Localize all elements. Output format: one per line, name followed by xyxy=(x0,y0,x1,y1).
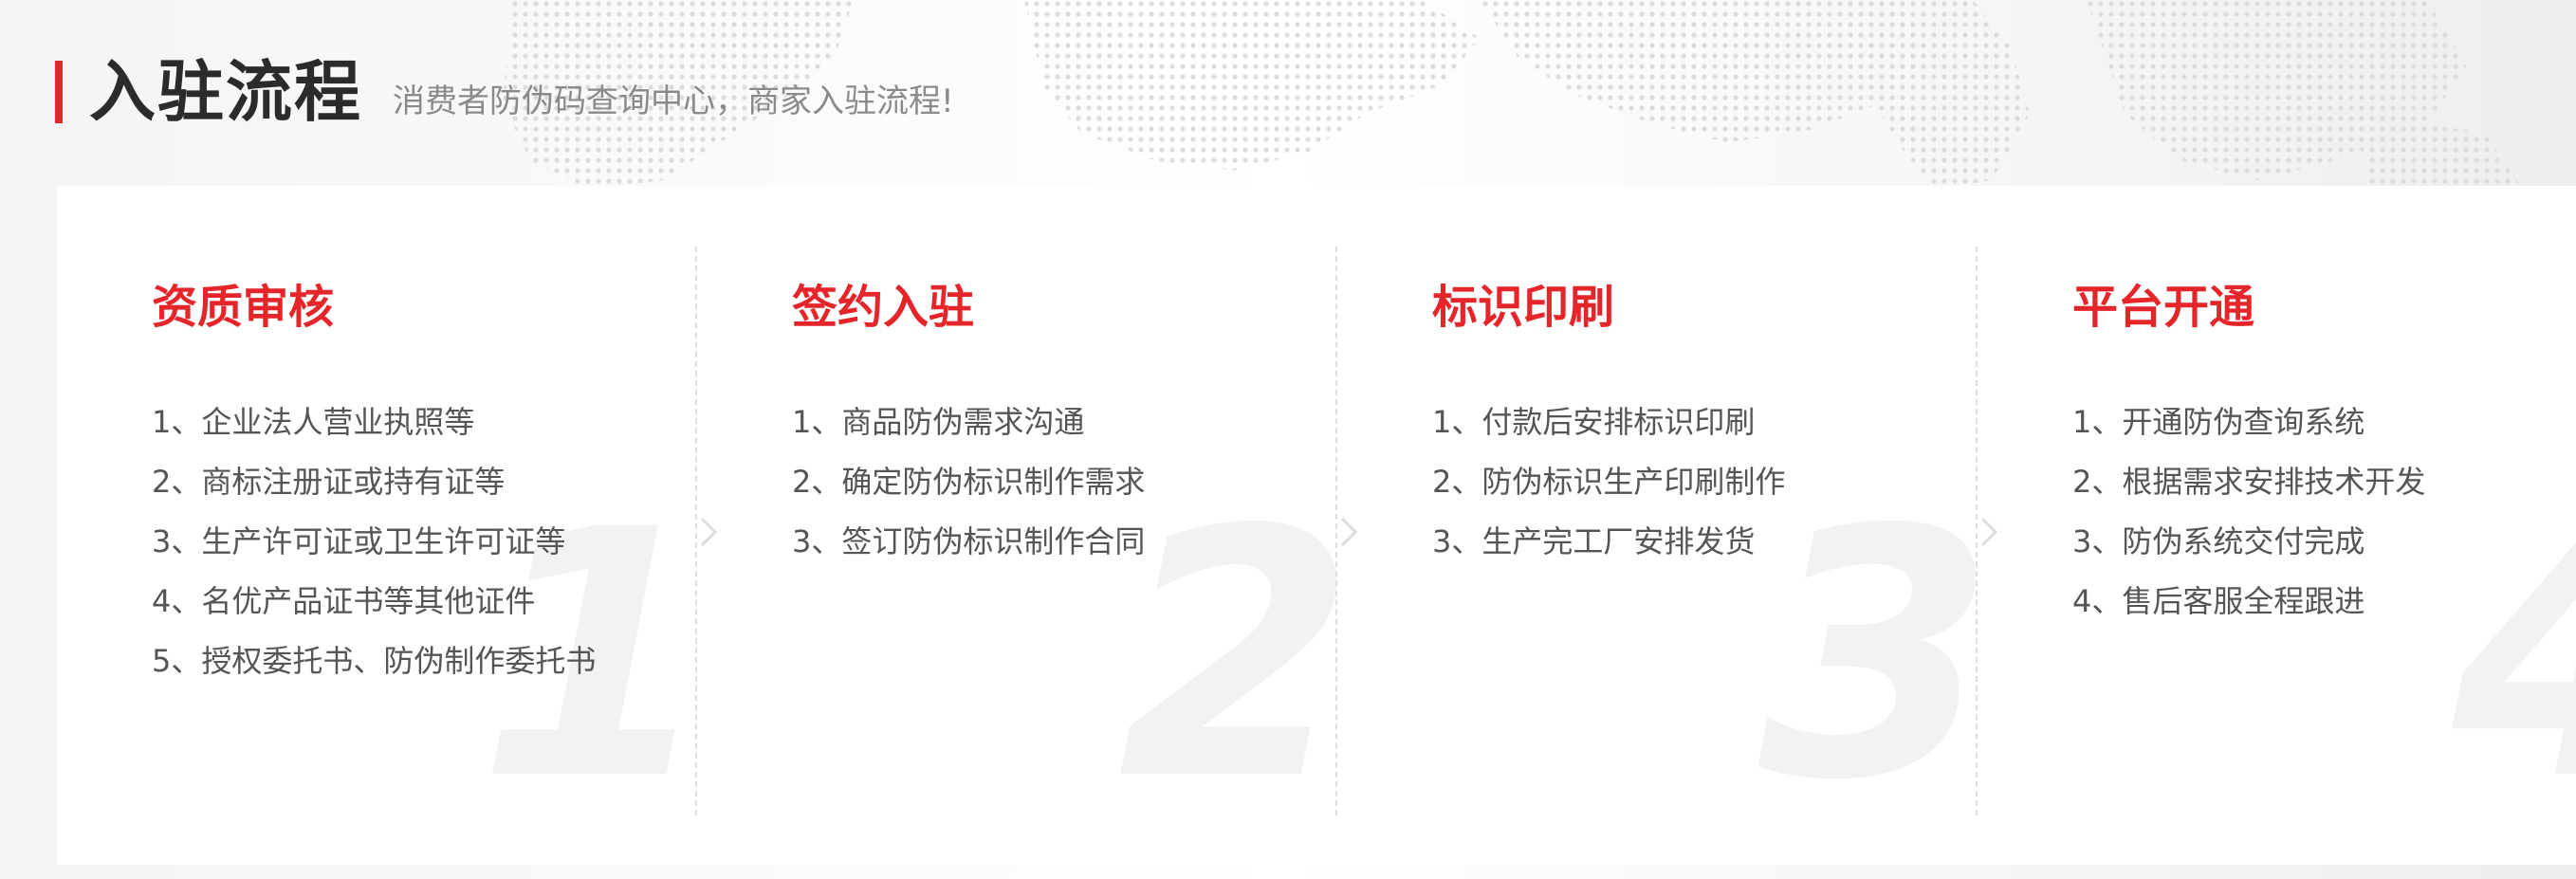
list-item: 1、开通防伪查询系统 xyxy=(2072,404,2365,440)
header-accent-bar xyxy=(55,61,63,123)
step-label-printing: 3 标识印刷 1、付款后安排标识印刷 2、防伪标识生产印刷制作 3、生产完工厂安… xyxy=(1337,186,1977,865)
process-card: 1 资质审核 1、企业法人营业执照等 2、商标注册证或持有证等 3、生产许可证或… xyxy=(57,186,2576,865)
list-item: 1、企业法人营业执照等 xyxy=(152,404,475,440)
list-item: 2、商标注册证或持有证等 xyxy=(152,464,506,500)
step-qualification-review: 1 资质审核 1、企业法人营业执照等 2、商标注册证或持有证等 3、生产许可证或… xyxy=(57,186,696,865)
step-platform-activation: 4 平台开通 1、开通防伪查询系统 2、根据需求安排技术开发 3、防伪系统交付完… xyxy=(1978,186,2576,865)
page-title: 入驻流程 xyxy=(89,53,362,131)
section-header: 入驻流程 消费者防伪码查询中心，商家入驻流程! xyxy=(55,59,954,125)
step-title: 资质审核 xyxy=(152,281,335,334)
step-number-watermark: 4 xyxy=(2453,485,2576,827)
list-item: 2、确定防伪标识制作需求 xyxy=(792,464,1146,500)
list-item: 5、授权委托书、防伪制作委托书 xyxy=(152,643,597,679)
chevron-right-icon xyxy=(1980,517,1998,547)
list-item: 4、售后客服全程跟进 xyxy=(2072,583,2365,619)
step-number-watermark: 2 xyxy=(1117,457,1337,854)
list-item: 3、防伪系统交付完成 xyxy=(2072,523,2365,559)
step-item-list: 1、商品防伪需求沟通 2、确定防伪标识制作需求 3、签订防伪标识制作合同 xyxy=(792,393,1145,572)
page-subtitle: 消费者防伪码查询中心，商家入驻流程! xyxy=(393,82,954,120)
step-number-watermark: 3 xyxy=(1757,457,1978,854)
list-item: 2、根据需求安排技术开发 xyxy=(2072,464,2426,500)
list-item: 3、生产许可证或卫生许可证等 xyxy=(152,523,566,559)
step-title: 标识印刷 xyxy=(1432,281,1615,334)
list-item: 2、防伪标识生产印刷制作 xyxy=(1432,464,1786,500)
step-contract-signing: 2 签约入驻 1、商品防伪需求沟通 2、确定防伪标识制作需求 3、签订防伪标识制… xyxy=(697,186,1336,865)
list-item: 1、商品防伪需求沟通 xyxy=(792,404,1085,440)
step-item-list: 1、开通防伪查询系统 2、根据需求安排技术开发 3、防伪系统交付完成 4、售后客… xyxy=(2072,393,2425,632)
chevron-right-icon xyxy=(1340,517,1358,547)
list-item: 3、生产完工厂安排发货 xyxy=(1432,523,1756,559)
list-item: 1、付款后安排标识印刷 xyxy=(1432,404,1756,440)
list-item: 4、名优产品证书等其他证件 xyxy=(152,583,536,619)
step-title: 签约入驻 xyxy=(792,281,975,334)
list-item: 3、签订防伪标识制作合同 xyxy=(792,523,1146,559)
step-item-list: 1、付款后安排标识印刷 2、防伪标识生产印刷制作 3、生产完工厂安排发货 xyxy=(1432,393,1785,572)
step-title: 平台开通 xyxy=(2072,281,2255,334)
chevron-right-icon xyxy=(700,517,718,547)
step-item-list: 1、企业法人营业执照等 2、商标注册证或持有证等 3、生产许可证或卫生许可证等 … xyxy=(152,393,596,691)
